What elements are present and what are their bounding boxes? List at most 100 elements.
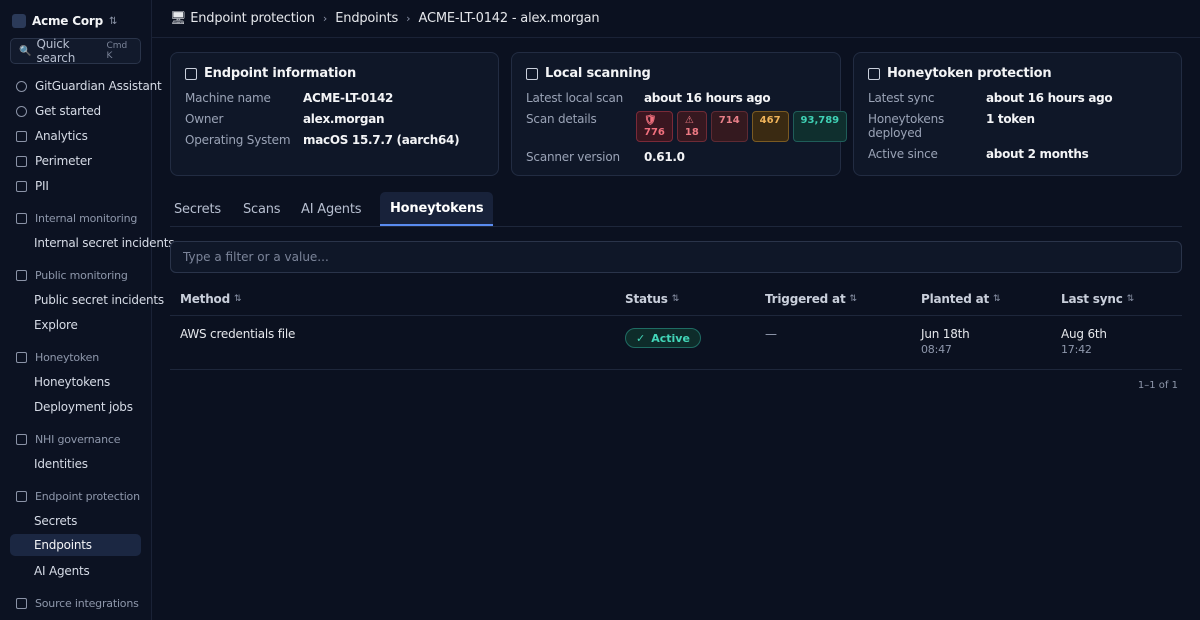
sidebar-item-explore[interactable]: Explore (10, 314, 141, 336)
medium-badge[interactable]: 714 (710, 111, 748, 142)
honeytoken-icon (16, 351, 27, 363)
sidebar-section-honeytoken[interactable]: Honeytoken (10, 346, 141, 368)
scan-details-badges: 🛡 776 ⚠ 18 714 467 93,789 (636, 111, 848, 142)
sidebar-item-identities[interactable]: Identities (10, 453, 141, 475)
plug-icon (16, 597, 27, 609)
chevron-right-icon: › (322, 12, 328, 25)
sidebar-item-assistant[interactable]: GitGuardian Assistant (10, 75, 162, 97)
pagination-summary: 1–1 of 1 (1137, 380, 1178, 391)
sidebar-section-source-integrations[interactable]: Source integrations (10, 592, 141, 614)
machine-name-label: Machine name (185, 91, 271, 105)
tab-ai-agents[interactable]: AI Agents (297, 192, 365, 226)
sidebar-item-secrets[interactable]: Secrets (10, 510, 141, 532)
tab-scans[interactable]: Scans (239, 192, 284, 226)
card-title: Local scanning (526, 66, 651, 81)
breadcrumb-current: ACME-LT-0142 - alex.morgan (418, 11, 600, 26)
chevron-right-icon: › (406, 12, 411, 25)
endpoint-information-card: Endpoint information Machine name ACME-L… (170, 52, 499, 176)
header-divider (170, 315, 1182, 316)
scan-icon (526, 67, 538, 80)
owner-label: Owner (185, 112, 224, 126)
sidebar-item-public-incidents[interactable]: Public secret incidents (10, 289, 164, 311)
low-badge[interactable]: 467 (751, 111, 789, 142)
shield-icon: 🛡 (644, 115, 657, 126)
perimeter-icon (16, 155, 27, 167)
laptop-icon: 🖥 (170, 11, 187, 26)
breadcrumb-endpoints[interactable]: Endpoints (335, 11, 398, 26)
planted-time: 08:47 (921, 343, 952, 356)
sidebar-item-ai-agents[interactable]: AI Agents (10, 560, 141, 582)
active-since-value: about 2 months (986, 147, 1089, 161)
triggered-cell: — (765, 327, 777, 341)
column-header-method[interactable]: Method ⇅ (180, 292, 242, 306)
warning-icon: ⚠ (684, 115, 694, 126)
column-header-planted-at[interactable]: Planted at ⇅ (921, 292, 1001, 306)
breadcrumb: 🖥 Endpoint protection › Endpoints › ACME… (152, 0, 1200, 38)
high-badge[interactable]: ⚠ 18 (676, 111, 707, 142)
sidebar-item-internal-incidents[interactable]: Internal secret incidents (10, 232, 175, 254)
search-icon: 🔍 (19, 45, 32, 57)
critical-badge[interactable]: 🛡 776 (636, 111, 673, 142)
scan-details-label: Scan details (526, 112, 597, 126)
check-icon: ✓ (636, 331, 646, 345)
rocket-icon (16, 105, 27, 117)
honeytokens-deployed-label: Honeytokens deployed (868, 112, 945, 140)
sidebar-item-deployment-jobs[interactable]: Deployment jobs (10, 396, 141, 418)
scanner-version-value: 0.61.0 (644, 150, 685, 164)
sidebar-section-endpoint-protection[interactable]: Endpoint protection (10, 485, 141, 507)
sidebar-section-nhi-governance[interactable]: NHI governance (10, 428, 141, 450)
latest-scan-value: about 16 hours ago (644, 91, 771, 105)
key-icon (16, 433, 27, 445)
local-scanning-card: Local scanning Latest local scan about 1… (511, 52, 848, 176)
column-header-triggered-at[interactable]: Triggered at ⇅ (765, 292, 857, 306)
shortcut-hint: Cmd K (106, 41, 128, 61)
sidebar-section-public-monitoring[interactable]: Public monitoring (10, 264, 141, 286)
laptop-icon (16, 490, 27, 502)
os-value: macOS 15.7.7 (aarch64) (303, 133, 460, 147)
sync-time: 17:42 (1061, 343, 1092, 356)
info-badge[interactable]: 93,789 (792, 111, 848, 142)
quick-search-label: Quick search (36, 37, 76, 65)
swap-icon: ⇅ (108, 15, 118, 27)
sidebar-item-honeytokens[interactable]: Honeytokens (10, 371, 141, 393)
laptop-icon (185, 67, 197, 80)
latest-sync-label: Latest sync (868, 91, 935, 105)
sidebar-item-perimeter[interactable]: Perimeter (10, 150, 141, 172)
scanner-version-label: Scanner version (526, 150, 620, 164)
sort-icon: ⇅ (671, 294, 680, 304)
latest-scan-label: Latest local scan (526, 91, 624, 105)
sort-icon: ⇅ (234, 294, 242, 304)
sidebar-item-get-started[interactable]: Get started (10, 100, 141, 122)
card-title: Honeytoken protection (868, 66, 1052, 81)
sync-date: Aug 6th (1061, 327, 1107, 341)
card-title: Endpoint information (185, 66, 356, 81)
method-cell: AWS credentials file (180, 327, 296, 341)
sort-icon: ⇅ (849, 294, 857, 304)
org-logo-icon (12, 14, 26, 28)
row-divider (170, 369, 1182, 370)
column-header-last-sync[interactable]: Last sync ⇅ (1061, 292, 1134, 306)
sidebar-item-endpoints[interactable]: Endpoints (10, 534, 141, 556)
tab-bar: Secrets Scans AI Agents Honeytokens (170, 192, 1182, 227)
tab-honeytokens[interactable]: Honeytokens (380, 192, 494, 226)
org-switcher[interactable]: Acme Corp ⇅ (12, 12, 117, 30)
sidebar-section-internal-monitoring[interactable]: Internal monitoring (10, 207, 141, 229)
assistant-icon (16, 80, 27, 92)
active-since-label: Active since (868, 147, 938, 161)
honeytokens-deployed-value: 1 token (986, 112, 1035, 126)
honeytoken-icon (868, 67, 880, 80)
column-header-status[interactable]: Status ⇅ (625, 292, 679, 306)
tab-secrets[interactable]: Secrets (170, 192, 225, 226)
sort-icon: ⇅ (1126, 294, 1135, 304)
machine-name-value: ACME-LT-0142 (303, 91, 394, 105)
monitor-icon (16, 212, 27, 224)
latest-sync-value: about 16 hours ago (986, 91, 1113, 105)
sidebar-item-pii[interactable]: PII (10, 175, 141, 197)
planted-date: Jun 18th (921, 327, 970, 341)
breadcrumb-endpoint-protection[interactable]: 🖥 Endpoint protection (170, 11, 315, 26)
sidebar-item-analytics[interactable]: Analytics (10, 125, 141, 147)
honeytoken-protection-card: Honeytoken protection Latest sync about … (853, 52, 1182, 176)
filter-input[interactable] (170, 241, 1182, 273)
quick-search-button[interactable]: 🔍 Quick search Cmd K (10, 37, 141, 65)
status-badge: ✓ Active (625, 328, 701, 348)
